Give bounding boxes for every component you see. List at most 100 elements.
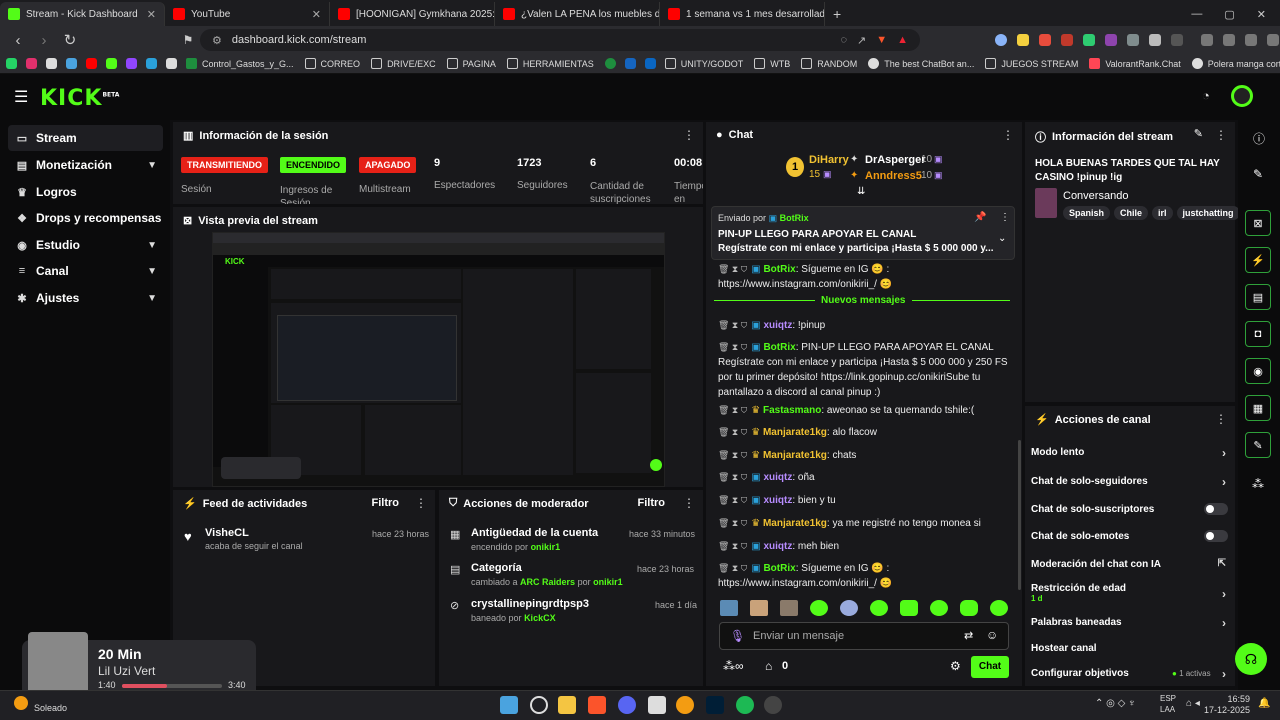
- leader-name[interactable]: DiHarry: [809, 154, 849, 166]
- mod-tools-icon[interactable]: 🗑 ⧗ ⛉: [718, 472, 747, 482]
- status-icon[interactable]: ◔: [1202, 88, 1210, 103]
- emote-icon[interactable]: [840, 600, 858, 616]
- rewards-icon[interactable]: ▲: [897, 34, 908, 47]
- category-name[interactable]: Conversando: [1063, 190, 1128, 202]
- spotify-icon[interactable]: [736, 696, 754, 714]
- kebab-menu-icon[interactable]: ⋮: [1215, 128, 1227, 142]
- bookmark-item[interactable]: The best ChatBot an...: [868, 58, 974, 69]
- store-icon[interactable]: ⌂: [765, 659, 772, 673]
- banned-words-row[interactable]: Palabras baneadas ›: [1031, 616, 1226, 630]
- mod-tools-icon[interactable]: 🗑 ⧗ ⛉: [718, 563, 747, 573]
- filter-button[interactable]: Filtro: [372, 497, 400, 509]
- browser-tab[interactable]: 1 semana vs 1 mes desarrollado mi j✕: [660, 2, 825, 26]
- chat-message[interactable]: 🗑 ⧗ ⛉ ♛ Manjarate1kg: alo flacow: [718, 425, 1018, 440]
- ai-moderation-row[interactable]: Moderación del chat con IA ⇱: [1031, 558, 1226, 570]
- site-info-icon[interactable]: ⚙: [212, 34, 222, 47]
- broadcast-widget-button[interactable]: ◉: [1245, 358, 1271, 384]
- emote-icon[interactable]: [750, 600, 768, 616]
- bookmark-folder[interactable]: CORREO: [304, 58, 360, 69]
- extension-icon[interactable]: [1017, 34, 1029, 46]
- microphone-icon[interactable]: 🎙: [730, 629, 745, 643]
- chat-scrollbar[interactable]: [1018, 440, 1021, 590]
- kick-logo[interactable]: KICKBETA: [40, 86, 119, 111]
- slow-mode-row[interactable]: Modo lento ›: [1031, 446, 1226, 460]
- emote-icon[interactable]: [960, 600, 978, 616]
- gmail-icon[interactable]: [166, 58, 177, 69]
- leader-name[interactable]: DrAsperger: [865, 154, 926, 166]
- chat-message[interactable]: 🗑 ⧗ ⛉ ♛ Manjarate1kg: chats: [718, 448, 1018, 463]
- mod-tools-icon[interactable]: 🗑 ⧗ ⛉: [718, 342, 747, 352]
- eye-off-icon[interactable]: ◌: [840, 34, 847, 47]
- brave-shield-icon[interactable]: ▼: [876, 34, 887, 47]
- mod-tools-icon[interactable]: 🗑 ⧗ ⛉: [718, 405, 747, 415]
- browser-tab[interactable]: YouTube ✕: [165, 2, 330, 26]
- kick-icon[interactable]: [106, 58, 117, 69]
- bookmark-icon[interactable]: [644, 58, 656, 69]
- info-icon[interactable]: ⓘ: [1253, 130, 1265, 147]
- emotes-only-toggle[interactable]: [1204, 530, 1228, 542]
- extension-icon[interactable]: [1039, 34, 1051, 46]
- close-tab-icon[interactable]: ✕: [308, 8, 321, 21]
- bookmark-folder[interactable]: JUEGOS STREAM: [985, 58, 1078, 69]
- sidebar-item-drops[interactable]: ❖ Drops y recompensas: [8, 205, 163, 231]
- chat-message[interactable]: 🗑 ⧗ ⛉ ♛ Fastasmano: aweonao se ta quemand…: [718, 403, 1018, 418]
- language-indicator[interactable]: ESP: [1160, 694, 1176, 703]
- filter-button[interactable]: Filtro: [638, 497, 666, 509]
- reload-icon[interactable]: ↻: [60, 30, 80, 50]
- notification-icon[interactable]: 🔔: [1258, 698, 1270, 709]
- share-icon[interactable]: ↗: [857, 34, 866, 47]
- stream-tag[interactable]: justchatting: [1176, 206, 1240, 220]
- emote-icon[interactable]: [990, 600, 1008, 616]
- bookmark-folder[interactable]: UNITY/GODOT: [664, 58, 743, 69]
- kebab-menu-icon[interactable]: ⋮: [683, 496, 695, 510]
- mod-tools-icon[interactable]: 🗑 ⧗ ⛉: [718, 495, 747, 505]
- close-window-icon[interactable]: ✕: [1257, 8, 1266, 21]
- stream-tag[interactable]: Chile: [1114, 206, 1149, 220]
- sidebar-item-ajustes[interactable]: ✱ Ajustes ▼: [8, 285, 163, 311]
- sidebar-item-stream[interactable]: ▭ Stream: [8, 125, 163, 151]
- mod-tools-icon[interactable]: 🗑 ⧗ ⛉: [718, 264, 747, 274]
- hamburger-menu-icon[interactable]: ☰: [14, 87, 28, 107]
- emote-icon[interactable]: [720, 600, 738, 616]
- extension-icon[interactable]: [1105, 34, 1117, 46]
- chat-message[interactable]: 🗑 ⧗ ⛉ ▣ xuiqtz: !pinup: [718, 318, 1018, 333]
- followers-only-row[interactable]: Chat de solo-seguidores ›: [1031, 475, 1226, 489]
- sidebar-item-monetizacion[interactable]: ▤ Monetización ▼: [8, 152, 163, 178]
- emote-icon[interactable]: [930, 600, 948, 616]
- avatar[interactable]: [1231, 85, 1253, 107]
- obs-icon[interactable]: [764, 696, 782, 714]
- sidebar-item-estudio[interactable]: ◉ Estudio ▼: [8, 232, 163, 258]
- new-tab-button[interactable]: +: [825, 2, 849, 26]
- bookmark-folder[interactable]: WTB: [754, 58, 790, 69]
- stream-tag[interactable]: Spanish: [1063, 206, 1111, 220]
- subscribers-only-toggle[interactable]: [1204, 503, 1228, 515]
- chat-message[interactable]: 🗑 ⧗ ⛉ ▣ xuiqtz: oña: [718, 470, 1018, 485]
- emote-icon[interactable]: [870, 600, 888, 616]
- pinned-message[interactable]: Enviado por ▣ BotRix 📌 ⋮ PIN-UP LLEGO PA…: [711, 206, 1015, 260]
- weather-icon[interactable]: [14, 696, 28, 710]
- layout-widget-button[interactable]: ▦: [1245, 395, 1271, 421]
- bookmark-item[interactable]: Control_Gastos_y_G...: [186, 58, 294, 69]
- kebab-menu-icon[interactable]: ⋮: [683, 128, 695, 142]
- kebab-menu-icon[interactable]: ⋮: [1000, 212, 1010, 223]
- age-restriction-row[interactable]: Restricción de edad ›: [1031, 583, 1226, 601]
- x-icon[interactable]: [46, 58, 57, 69]
- maximize-icon[interactable]: ▢: [1224, 8, 1234, 21]
- chat-message[interactable]: 🗑 ⧗ ⛉ ♛ Manjarate1kg: ya me registré no t…: [718, 516, 1018, 531]
- address-bar[interactable]: ⚙ dashboard.kick.com/stream ◌ ↗ ▼ ▲: [200, 29, 920, 51]
- mod-tools-icon[interactable]: 🗑 ⧗ ⛉: [718, 541, 747, 551]
- extension-icon[interactable]: [1149, 34, 1161, 46]
- emoji-icon[interactable]: ☺: [986, 628, 998, 642]
- community-icon[interactable]: ⁂∞: [723, 659, 744, 673]
- tray-icons[interactable]: ⌃ ◎ ◇ ♆: [1095, 698, 1136, 709]
- chat-message[interactable]: 🗑 ⧗ ⛉ ▣ xuiqtz: meh bien: [718, 539, 1018, 554]
- stream-preview-video[interactable]: KICK: [212, 232, 665, 487]
- sidebar-toggle-icon[interactable]: [1223, 34, 1235, 46]
- notion-icon[interactable]: [648, 696, 666, 714]
- bookmark-icon[interactable]: ⚑: [178, 30, 198, 50]
- search-icon[interactable]: [530, 696, 548, 714]
- extension-icon[interactable]: [1061, 34, 1073, 46]
- chat-message[interactable]: 🗑 ⧗ ⛉ ▣ BotRix: PIN-UP LLEGO PARA APOYAR …: [718, 340, 1018, 400]
- kebab-menu-icon[interactable]: ⋮: [1002, 128, 1014, 142]
- blender-icon[interactable]: [676, 696, 694, 714]
